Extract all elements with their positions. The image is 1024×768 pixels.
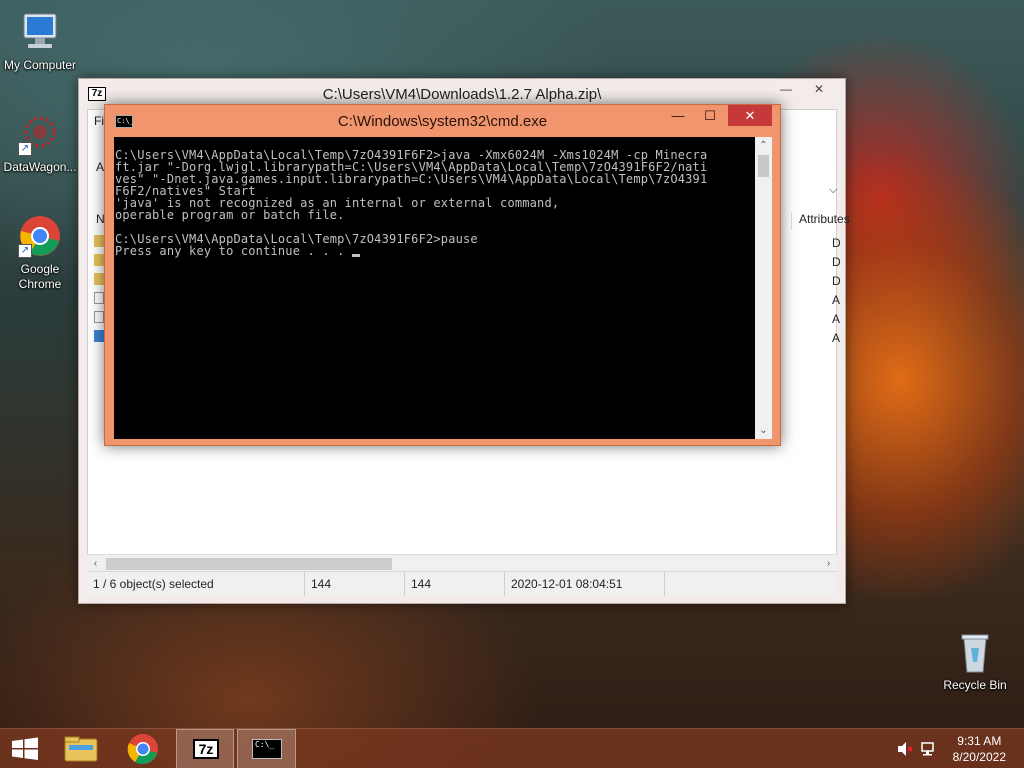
maximize-button[interactable]: ☐ <box>696 105 724 126</box>
scroll-up-icon[interactable]: ⌃ <box>755 137 772 154</box>
console-output[interactable]: C:\Users\VM4\AppData\Local\Temp\7zO4391F… <box>114 137 755 439</box>
attribute-cell: D <box>832 236 841 250</box>
file-explorer-icon <box>64 736 98 762</box>
file-row-icons <box>94 235 104 349</box>
system-clock[interactable]: 9:31 AM 8/20/2022 <box>953 733 1006 765</box>
scroll-down-icon[interactable]: ⌄ <box>755 422 772 439</box>
desktop-icon-label: Recycle Bin <box>943 678 1007 692</box>
attribute-cell: A <box>832 293 841 307</box>
status-packed-size: 144 <box>405 572 505 596</box>
horizontal-scrollbar[interactable]: ‹ › <box>87 554 837 571</box>
7zip-icon: 7z <box>193 739 219 759</box>
menu-file[interactable]: Fi <box>94 114 104 128</box>
status-selection: 1 / 6 object(s) selected <box>87 572 305 596</box>
minimize-button[interactable]: — <box>664 105 692 126</box>
column-header-attributes[interactable]: Attributes <box>791 212 850 230</box>
dropdown-arrow-icon[interactable]: ⌵ <box>829 184 837 197</box>
taskbar-7zip[interactable]: 7z <box>176 729 234 768</box>
folder-icon <box>94 254 104 266</box>
scrollbar-thumb[interactable] <box>106 558 392 570</box>
close-button[interactable]: ✕ <box>801 79 837 99</box>
scrollbar-thumb[interactable] <box>758 155 769 177</box>
start-button[interactable] <box>0 729 56 768</box>
minimize-button[interactable]: — <box>771 79 801 99</box>
vertical-scrollbar[interactable]: ⌃ ⌄ <box>755 137 772 439</box>
shortcut-arrow-icon: ↗ <box>18 142 32 156</box>
close-button[interactable]: ✕ <box>728 105 772 126</box>
cmd-window[interactable]: C:\_ C:\Windows\system32\cmd.exe — ☐ ✕ C… <box>104 104 781 446</box>
clock-time: 9:31 AM <box>957 734 1002 748</box>
desktop-icon-datawagon[interactable]: ↗ DataWagon... <box>0 112 80 175</box>
desktop-icon-google-chrome[interactable]: ↗ Google Chrome <box>0 214 80 292</box>
clock-date: 8/20/2022 <box>952 750 1006 764</box>
text-cursor <box>351 254 360 257</box>
scroll-right-icon[interactable]: › <box>820 555 837 572</box>
windows-start-icon <box>12 737 38 760</box>
status-bar: 1 / 6 object(s) selected 144 144 2020-12… <box>87 571 837 596</box>
chrome-icon <box>127 734 158 765</box>
selected-file-icon <box>94 330 104 342</box>
taskbar: 7z C:\_ 9:31 AM 8/20/2022 <box>0 728 1024 768</box>
attribute-cell: A <box>832 312 841 326</box>
recycle-bin-icon <box>953 630 997 674</box>
status-modified: 2020-12-01 08:04:51 <box>505 572 665 596</box>
computer-icon <box>18 10 62 54</box>
console-line: Press any key to continue . . . <box>115 244 352 258</box>
folder-icon <box>94 235 104 247</box>
desktop-icon-label: My Computer <box>3 58 77 72</box>
volume-muted-icon[interactable] <box>896 741 914 757</box>
cmd-window-titlebar[interactable]: C:\_ C:\Windows\system32\cmd.exe — ☐ ✕ <box>105 105 780 137</box>
desktop-icon-recycle-bin[interactable]: Recycle Bin <box>935 630 1015 693</box>
desktop-icon-label: Google Chrome <box>18 262 62 291</box>
taskbar-file-explorer[interactable] <box>54 729 110 768</box>
shortcut-arrow-icon: ↗ <box>18 244 32 258</box>
status-size: 144 <box>305 572 405 596</box>
attribute-cell: A <box>832 331 841 345</box>
file-icon <box>94 311 104 323</box>
file-icon <box>94 292 104 304</box>
folder-icon <box>94 273 104 285</box>
scroll-left-icon[interactable]: ‹ <box>87 555 104 572</box>
datawagon-icon: ↗ <box>18 112 62 156</box>
network-icon[interactable] <box>920 741 938 757</box>
attribute-cell: D <box>832 255 841 269</box>
archive-window-title: C:\Users\VM4\Downloads\1.2.7 Alpha.zip\ <box>322 86 602 103</box>
desktop-icon-my-computer[interactable]: My Computer <box>0 10 80 73</box>
attribute-column: D D D A A A <box>832 234 841 348</box>
desktop-icon-label: DataWagon... <box>3 160 77 174</box>
cmd-icon: C:\_ <box>252 739 282 759</box>
taskbar-cmd[interactable]: C:\_ <box>237 729 296 768</box>
toolbar-add-button[interactable]: A <box>96 160 104 174</box>
chrome-icon: ↗ <box>18 214 62 258</box>
taskbar-chrome[interactable] <box>115 729 171 768</box>
attribute-cell: D <box>832 274 841 288</box>
console-line: operable program or batch file. <box>115 208 345 222</box>
